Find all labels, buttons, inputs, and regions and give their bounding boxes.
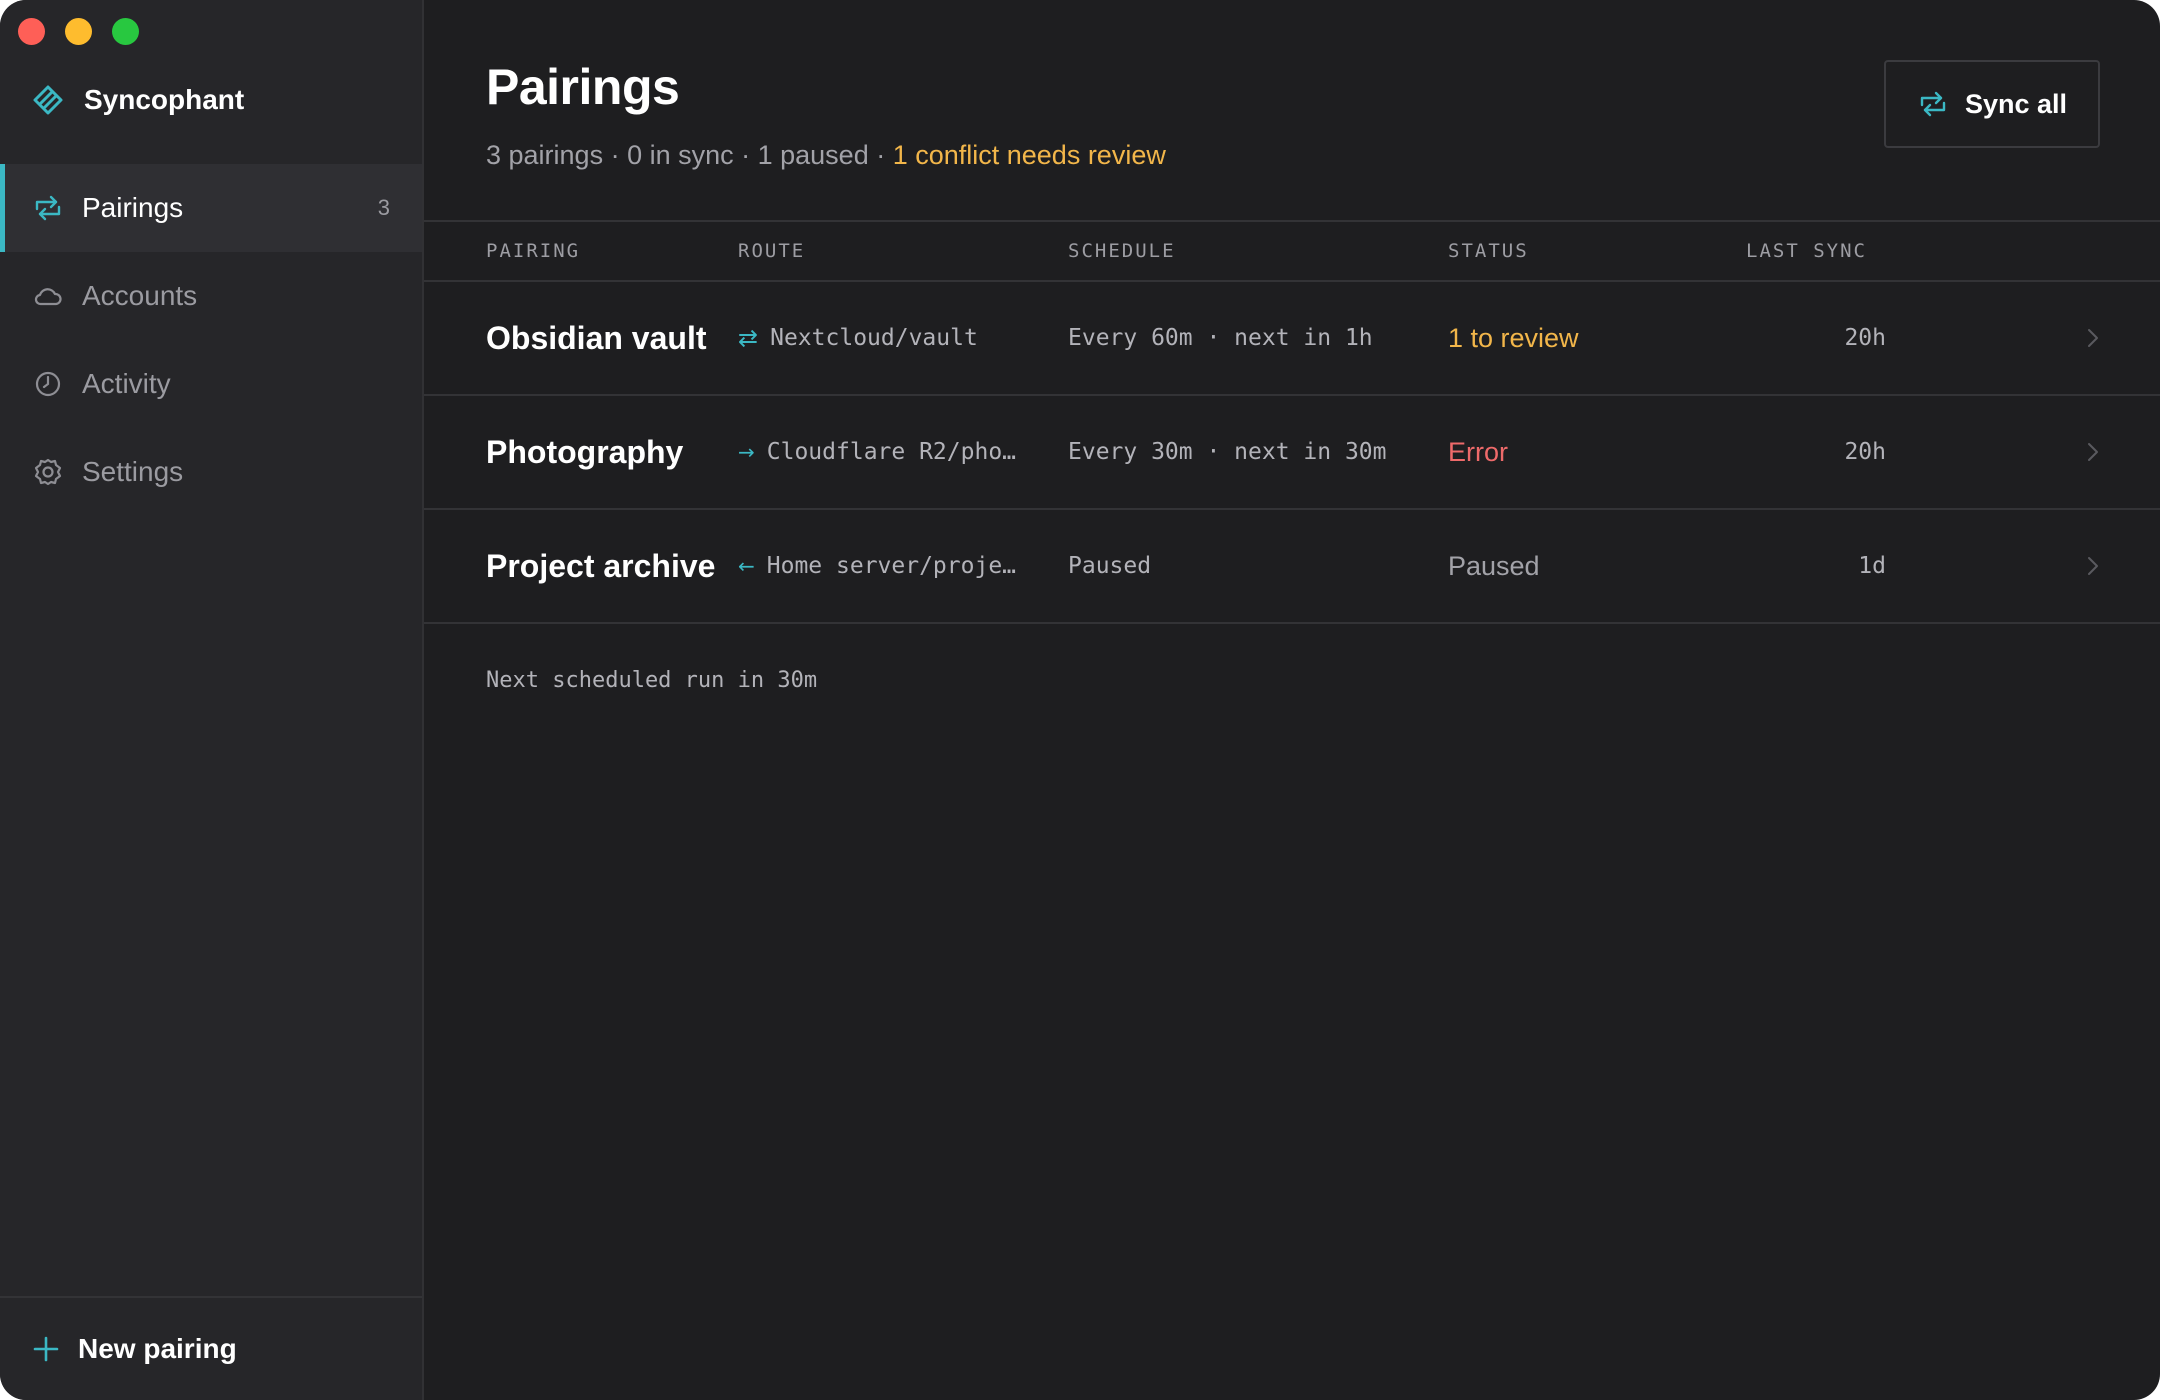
conflict-warning-link[interactable]: 1 conflict needs review xyxy=(893,140,1166,170)
main-content: Pairings 3 pairings · 0 in sync · 1 paus… xyxy=(424,0,2160,1400)
pairing-name: Photography xyxy=(486,433,684,470)
sync-icon xyxy=(1920,91,1946,117)
last-sync-value: 20h xyxy=(1844,439,1886,465)
chevron-right-icon xyxy=(2078,396,2108,508)
sync-all-label: Sync all xyxy=(1964,88,2068,119)
app-brand: Syncophant xyxy=(32,84,244,116)
sidebar-item-label: Accounts xyxy=(82,280,198,311)
sidebar-item-activity[interactable]: Activity xyxy=(0,340,422,428)
zoom-window-button[interactable] xyxy=(112,18,139,45)
pairings-summary: 3 pairings · 0 in sync · 1 paused · 1 co… xyxy=(486,140,1166,171)
sync-icon xyxy=(35,195,61,221)
app-logo-icon xyxy=(33,85,63,115)
pairing-name: Obsidian vault xyxy=(486,319,707,356)
clock-icon xyxy=(35,371,61,397)
column-header-route[interactable]: ROUTE xyxy=(738,240,805,262)
window-controls xyxy=(18,18,139,45)
table-header: PAIRING ROUTE SCHEDULE STATUS LAST SYNC xyxy=(424,220,2160,282)
pairing-route: ← Home server/proje… xyxy=(738,510,1016,622)
last-sync-value: 1d xyxy=(1858,553,1886,579)
sidebar-nav: Pairings 3 Accounts Activity Settings xyxy=(0,164,422,516)
route-path: Nextcloud/vault xyxy=(770,325,978,351)
status-badge: 1 to review xyxy=(1448,322,1579,353)
table-row[interactable]: Obsidian vault ⇄ Nextcloud/vault Every 6… xyxy=(424,282,2160,396)
two-way-arrows-icon: ⇄ xyxy=(738,324,759,352)
sidebar-item-label: Settings xyxy=(82,456,184,487)
sidebar-item-pairings[interactable]: Pairings 3 xyxy=(0,164,422,252)
sync-all-button[interactable]: Sync all xyxy=(1884,60,2100,148)
pairings-table: PAIRING ROUTE SCHEDULE STATUS LAST SYNC … xyxy=(424,220,2160,624)
app-window: Syncophant Pairings 3 Accounts Activity … xyxy=(0,0,2160,1400)
plus-icon xyxy=(33,1336,59,1362)
gear-icon xyxy=(34,458,62,486)
chevron-right-icon xyxy=(2078,282,2108,394)
pairing-name: Project archive xyxy=(486,547,716,584)
pairing-route: → Cloudflare R2/pho… xyxy=(738,396,1016,508)
column-header-last-sync[interactable]: LAST SYNC xyxy=(1746,240,1867,262)
sidebar: Syncophant Pairings 3 Accounts Activity … xyxy=(0,0,424,1400)
sidebar-item-label: Pairings xyxy=(82,192,184,223)
table-row[interactable]: Project archive ← Home server/proje… Pau… xyxy=(424,510,2160,624)
pairing-schedule: Every 60m · next in 1h xyxy=(1068,325,1373,351)
pairing-route: ⇄ Nextcloud/vault xyxy=(738,282,978,394)
summary-text: 3 pairings · 0 in sync · 1 paused · xyxy=(486,140,893,170)
new-pairing-button[interactable]: New pairing xyxy=(0,1296,422,1400)
column-header-status[interactable]: STATUS xyxy=(1448,240,1529,262)
column-header-pairing[interactable]: PAIRING xyxy=(486,240,580,262)
status-badge: Error xyxy=(1448,436,1508,467)
last-sync-value: 20h xyxy=(1844,325,1886,351)
column-header-schedule[interactable]: SCHEDULE xyxy=(1068,240,1176,262)
page-title: Pairings xyxy=(486,59,680,115)
route-path: Home server/proje… xyxy=(766,553,1017,579)
minimize-window-button[interactable] xyxy=(65,18,92,45)
sidebar-item-accounts[interactable]: Accounts xyxy=(0,252,422,340)
app-name: Syncophant xyxy=(84,84,245,115)
cloud-icon xyxy=(34,288,62,306)
next-run-note: Next scheduled run in 30m xyxy=(486,668,818,693)
arrow-left-icon: ← xyxy=(738,554,755,578)
sidebar-item-label: Activity xyxy=(82,368,171,399)
table-row[interactable]: Photography → Cloudflare R2/pho… Every 3… xyxy=(424,396,2160,510)
sidebar-item-settings[interactable]: Settings xyxy=(0,428,422,516)
close-window-button[interactable] xyxy=(18,18,45,45)
chevron-right-icon xyxy=(2078,510,2108,622)
arrow-right-icon: → xyxy=(738,440,755,464)
pairings-count-badge: 3 xyxy=(377,195,390,220)
status-badge: Paused xyxy=(1448,550,1540,581)
new-pairing-label: New pairing xyxy=(78,1333,237,1364)
pairing-schedule: Every 30m · next in 30m xyxy=(1068,439,1387,465)
pairing-schedule: Paused xyxy=(1068,553,1152,579)
route-path: Cloudflare R2/pho… xyxy=(766,439,1017,465)
